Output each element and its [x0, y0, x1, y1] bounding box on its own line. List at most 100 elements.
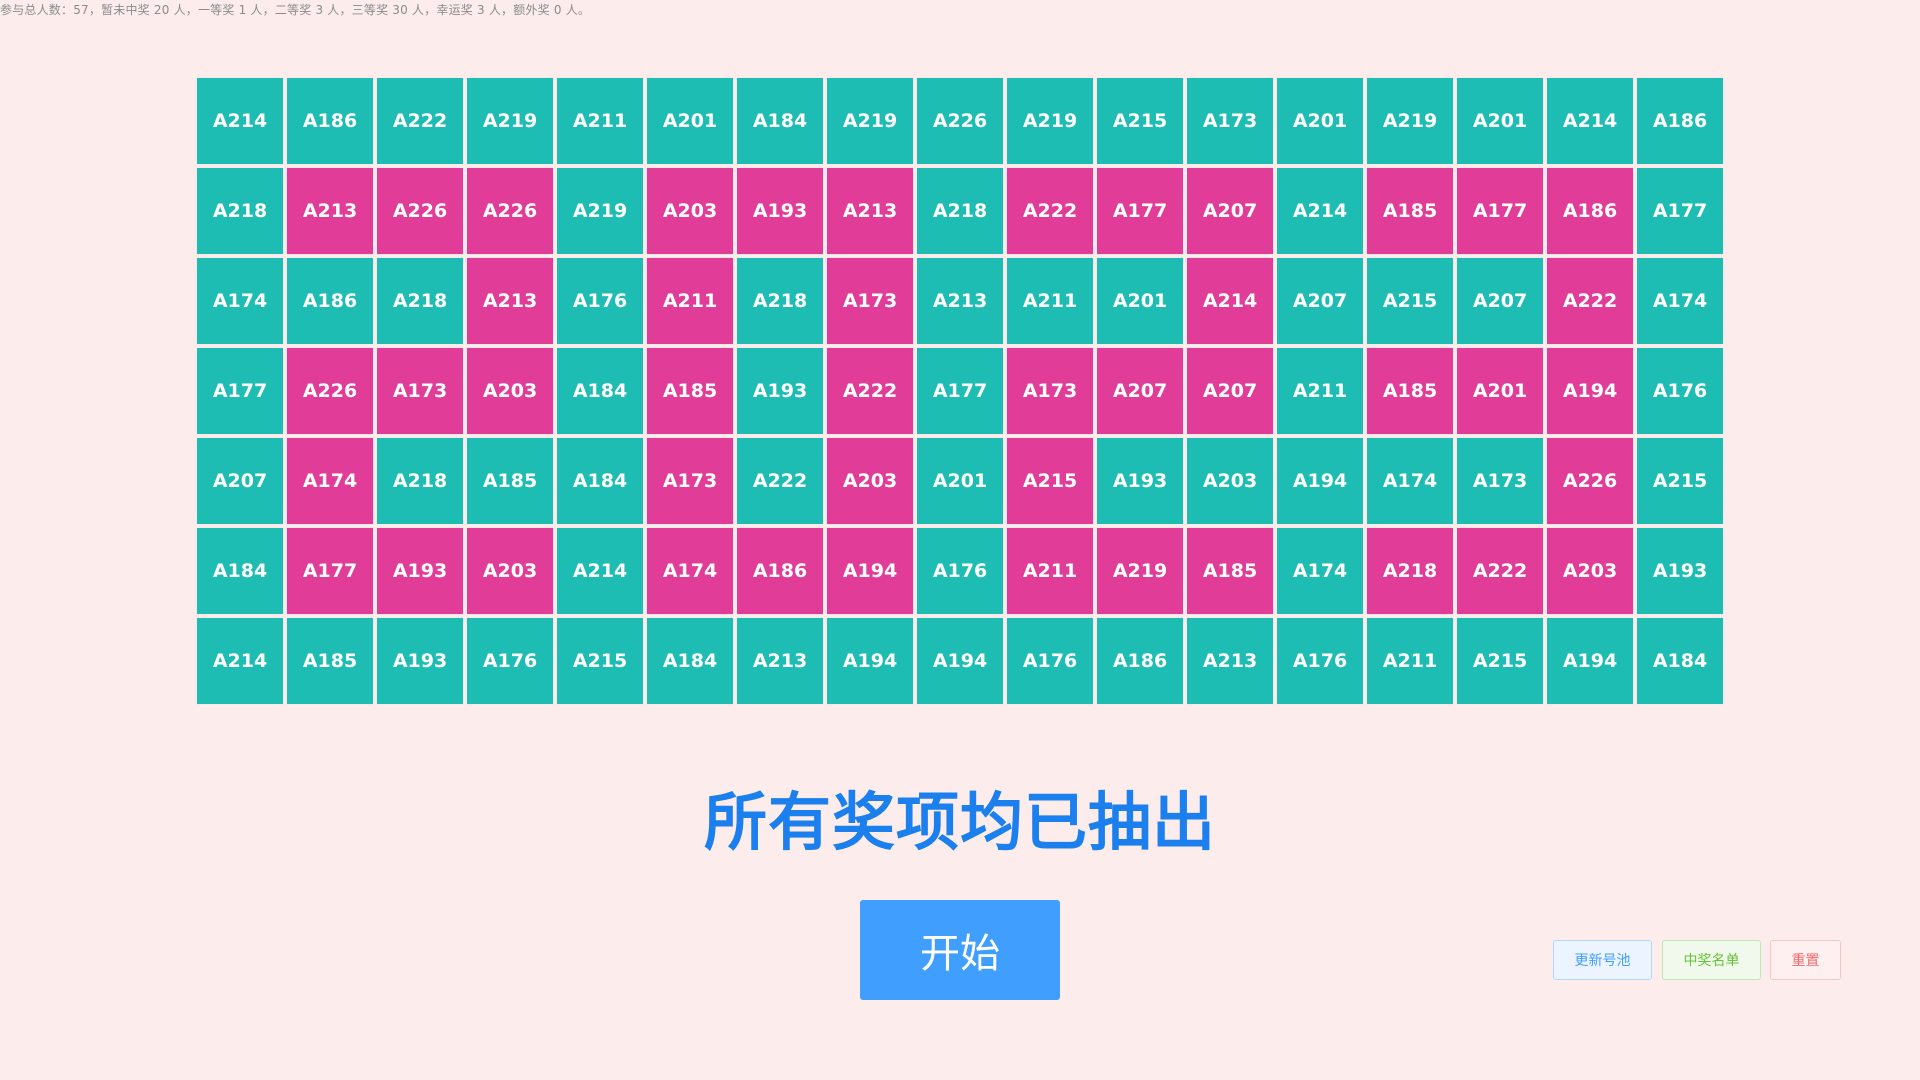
number-cell[interactable]: A177: [1637, 168, 1723, 254]
number-cell[interactable]: A213: [1187, 618, 1273, 704]
number-cell[interactable]: A203: [467, 348, 553, 434]
number-cell[interactable]: A184: [647, 618, 733, 704]
number-cell[interactable]: A176: [1277, 618, 1363, 704]
number-cell[interactable]: A184: [737, 78, 823, 164]
number-cell[interactable]: A215: [1097, 78, 1183, 164]
number-cell[interactable]: A203: [827, 438, 913, 524]
number-cell[interactable]: A177: [1457, 168, 1543, 254]
number-cell[interactable]: A194: [1547, 348, 1633, 434]
number-cell[interactable]: A222: [1457, 528, 1543, 614]
number-cell[interactable]: A213: [917, 258, 1003, 344]
number-cell[interactable]: A203: [1547, 528, 1633, 614]
number-cell[interactable]: A193: [1637, 528, 1723, 614]
number-cell[interactable]: A214: [197, 618, 283, 704]
number-cell[interactable]: A176: [1007, 618, 1093, 704]
number-cell[interactable]: A174: [1277, 528, 1363, 614]
number-cell[interactable]: A226: [917, 78, 1003, 164]
number-cell[interactable]: A201: [647, 78, 733, 164]
number-cell[interactable]: A185: [1367, 348, 1453, 434]
number-cell[interactable]: A185: [287, 618, 373, 704]
number-cell[interactable]: A173: [1457, 438, 1543, 524]
number-cell[interactable]: A184: [197, 528, 283, 614]
number-cell[interactable]: A211: [1367, 618, 1453, 704]
number-cell[interactable]: A201: [1097, 258, 1183, 344]
number-cell[interactable]: A207: [1097, 348, 1183, 434]
number-cell[interactable]: A218: [377, 258, 463, 344]
number-cell[interactable]: A222: [1007, 168, 1093, 254]
number-cell[interactable]: A218: [197, 168, 283, 254]
number-cell[interactable]: A173: [647, 438, 733, 524]
number-cell[interactable]: A207: [197, 438, 283, 524]
number-cell[interactable]: A201: [1457, 78, 1543, 164]
number-cell[interactable]: A213: [737, 618, 823, 704]
number-cell[interactable]: A193: [737, 168, 823, 254]
number-cell[interactable]: A207: [1277, 258, 1363, 344]
number-cell[interactable]: A226: [377, 168, 463, 254]
number-cell[interactable]: A185: [1367, 168, 1453, 254]
number-cell[interactable]: A203: [467, 528, 553, 614]
number-cell[interactable]: A214: [557, 528, 643, 614]
number-cell[interactable]: A201: [917, 438, 1003, 524]
number-cell[interactable]: A193: [377, 528, 463, 614]
number-cell[interactable]: A219: [827, 78, 913, 164]
number-cell[interactable]: A226: [467, 168, 553, 254]
number-cell[interactable]: A218: [1367, 528, 1453, 614]
number-cell[interactable]: A215: [1637, 438, 1723, 524]
number-cell[interactable]: A211: [1007, 528, 1093, 614]
reset-button[interactable]: 重置: [1770, 940, 1841, 980]
number-cell[interactable]: A185: [1187, 528, 1273, 614]
number-cell[interactable]: A214: [1187, 258, 1273, 344]
number-cell[interactable]: A203: [1187, 438, 1273, 524]
number-cell[interactable]: A176: [917, 528, 1003, 614]
number-cell[interactable]: A201: [1277, 78, 1363, 164]
number-cell[interactable]: A219: [1007, 78, 1093, 164]
number-cell[interactable]: A185: [467, 438, 553, 524]
number-cell[interactable]: A176: [467, 618, 553, 704]
number-cell[interactable]: A213: [287, 168, 373, 254]
number-cell[interactable]: A207: [1457, 258, 1543, 344]
number-cell[interactable]: A214: [1277, 168, 1363, 254]
number-cell[interactable]: A222: [827, 348, 913, 434]
number-cell[interactable]: A218: [917, 168, 1003, 254]
number-cell[interactable]: A174: [1367, 438, 1453, 524]
number-cell[interactable]: A214: [197, 78, 283, 164]
number-cell[interactable]: A173: [1007, 348, 1093, 434]
number-cell[interactable]: A194: [827, 618, 913, 704]
number-cell[interactable]: A194: [1547, 618, 1633, 704]
number-cell[interactable]: A184: [1637, 618, 1723, 704]
winners-list-button[interactable]: 中奖名单: [1662, 940, 1761, 980]
number-cell[interactable]: A219: [1097, 528, 1183, 614]
number-cell[interactable]: A184: [557, 438, 643, 524]
number-cell[interactable]: A201: [1457, 348, 1543, 434]
number-cell[interactable]: A219: [467, 78, 553, 164]
number-cell[interactable]: A207: [1187, 348, 1273, 434]
number-cell[interactable]: A219: [1367, 78, 1453, 164]
number-cell[interactable]: A213: [467, 258, 553, 344]
number-cell[interactable]: A213: [827, 168, 913, 254]
number-cell[interactable]: A203: [647, 168, 733, 254]
number-cell[interactable]: A215: [557, 618, 643, 704]
number-cell[interactable]: A176: [1637, 348, 1723, 434]
number-cell[interactable]: A214: [1547, 78, 1633, 164]
number-cell[interactable]: A226: [287, 348, 373, 434]
number-cell[interactable]: A184: [557, 348, 643, 434]
number-cell[interactable]: A174: [197, 258, 283, 344]
number-cell[interactable]: A215: [1457, 618, 1543, 704]
number-cell[interactable]: A186: [1637, 78, 1723, 164]
number-cell[interactable]: A222: [1547, 258, 1633, 344]
number-cell[interactable]: A211: [647, 258, 733, 344]
number-cell[interactable]: A185: [647, 348, 733, 434]
number-cell[interactable]: A173: [377, 348, 463, 434]
number-cell[interactable]: A186: [1097, 618, 1183, 704]
number-cell[interactable]: A174: [287, 438, 373, 524]
number-cell[interactable]: A177: [917, 348, 1003, 434]
number-cell[interactable]: A194: [917, 618, 1003, 704]
number-cell[interactable]: A177: [197, 348, 283, 434]
number-cell[interactable]: A176: [557, 258, 643, 344]
number-cell[interactable]: A211: [1007, 258, 1093, 344]
number-cell[interactable]: A186: [737, 528, 823, 614]
number-cell[interactable]: A193: [737, 348, 823, 434]
number-cell[interactable]: A177: [1097, 168, 1183, 254]
number-cell[interactable]: A211: [1277, 348, 1363, 434]
number-cell[interactable]: A218: [737, 258, 823, 344]
